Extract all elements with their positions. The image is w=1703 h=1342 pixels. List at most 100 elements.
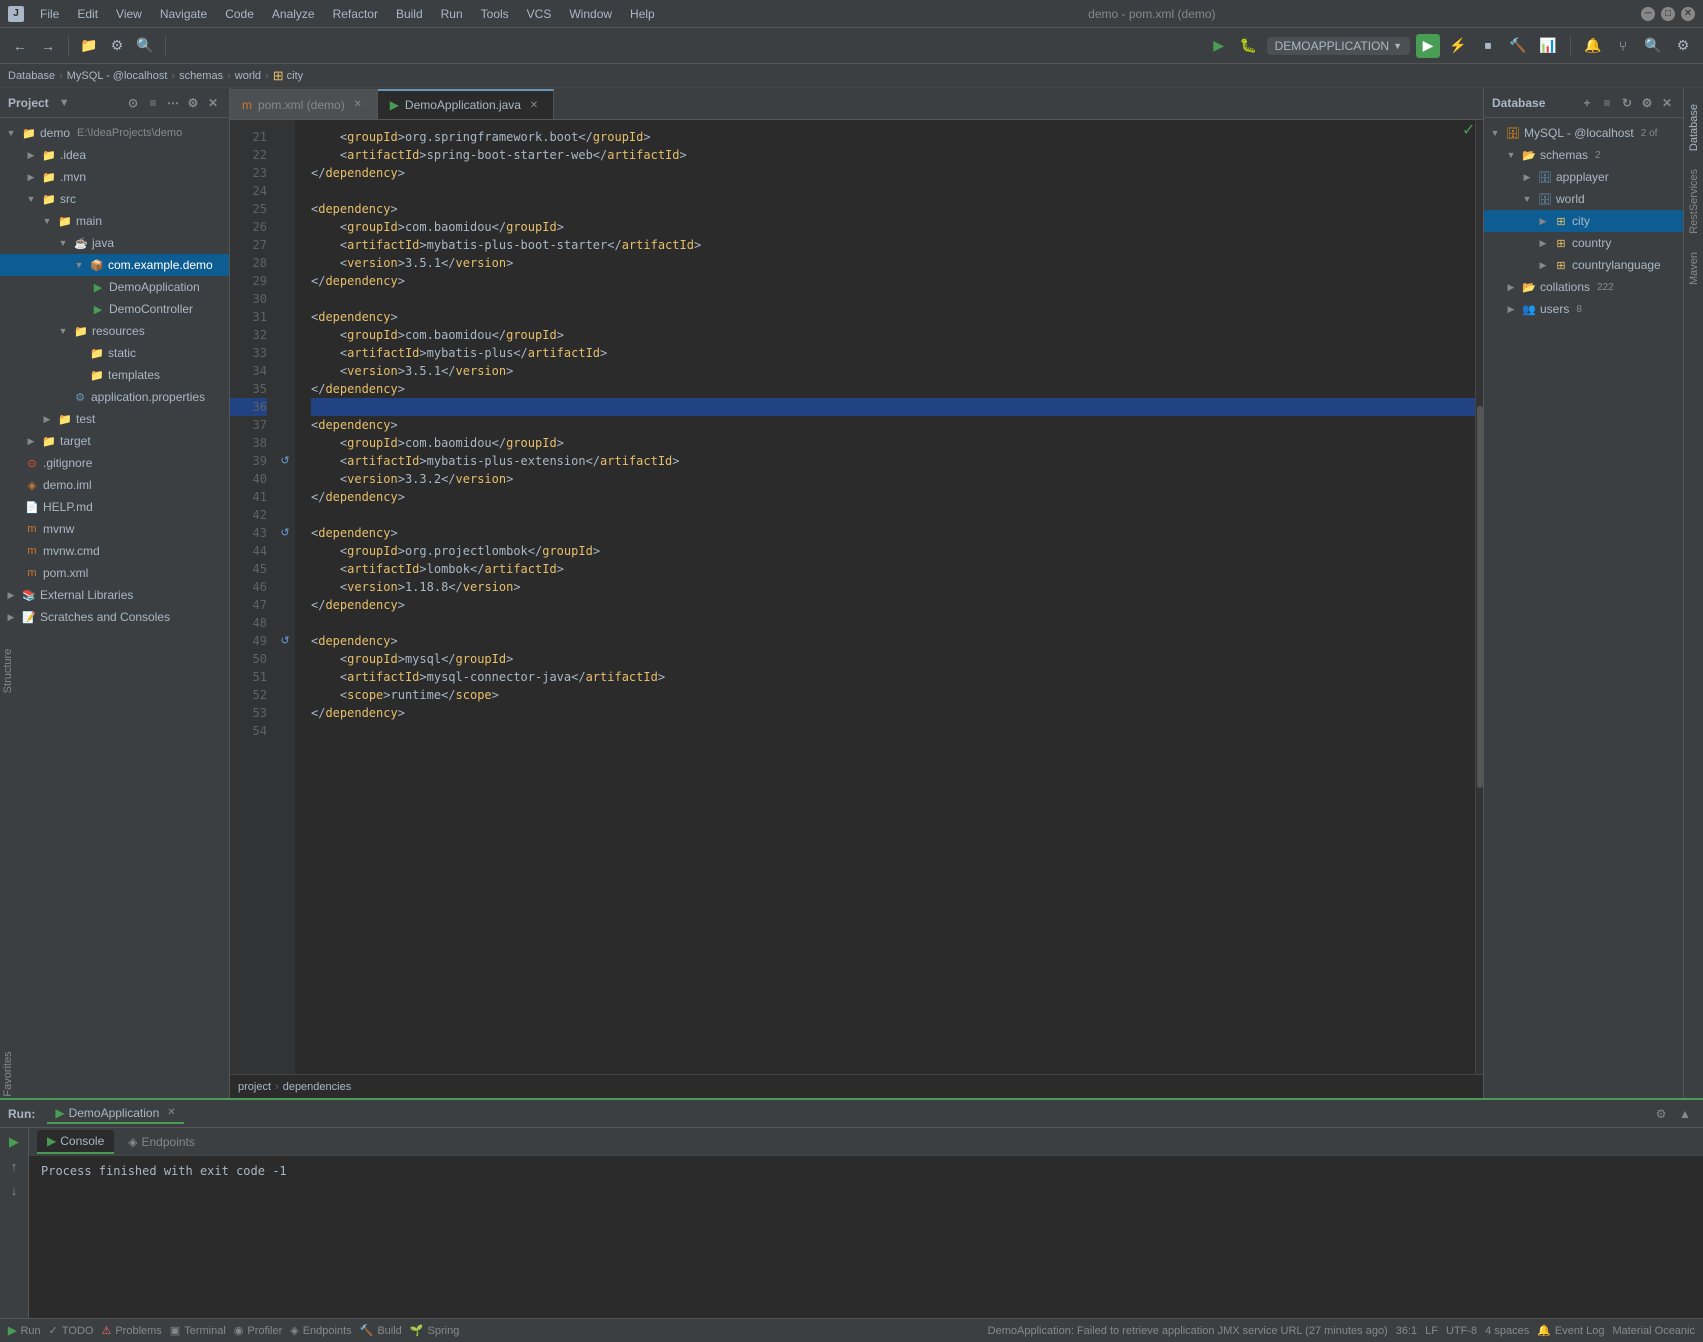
status-endpoints[interactable]: ◈ Endpoints xyxy=(290,1324,351,1337)
tree-java[interactable]: ▼ ☕ java xyxy=(0,232,229,254)
footer-bc-project[interactable]: project xyxy=(238,1081,271,1093)
run-tool-settings[interactable]: ⚙ xyxy=(1651,1104,1671,1124)
toolbar-run-more[interactable]: ⚡ xyxy=(1446,34,1470,58)
status-material-oceanic[interactable]: Material Oceanic xyxy=(1612,1325,1695,1337)
db-icon-settings[interactable]: ⚙ xyxy=(1639,95,1655,111)
menu-tools[interactable]: Tools xyxy=(473,5,517,23)
breadcrumb-world[interactable]: world xyxy=(235,70,261,82)
db-city[interactable]: ▶ ⊞ city xyxy=(1484,210,1683,232)
breadcrumb-schemas[interactable]: schemas xyxy=(179,70,223,82)
toolbar-build[interactable]: 🔨 xyxy=(1506,34,1530,58)
tree-templates[interactable]: 📁 templates xyxy=(0,364,229,386)
tree-app-properties[interactable]: ⚙ application.properties xyxy=(0,386,229,408)
toolbar-settings2[interactable]: ⚙ xyxy=(1671,34,1695,58)
db-icon-hide[interactable]: ✕ xyxy=(1659,95,1675,111)
status-todo[interactable]: ✓ TODO xyxy=(49,1324,94,1337)
menu-analyze[interactable]: Analyze xyxy=(264,5,323,23)
breadcrumb-database[interactable]: Database xyxy=(8,70,55,82)
tree-test[interactable]: ▶ 📁 test xyxy=(0,408,229,430)
run-tool-collapse[interactable]: ▲ xyxy=(1675,1104,1695,1124)
vtab-restservices[interactable]: RestServices xyxy=(1686,161,1702,242)
menu-build[interactable]: Build xyxy=(388,5,431,23)
tab-demo-application[interactable]: ▶ DemoApplication.java ✕ xyxy=(378,89,554,119)
db-world[interactable]: ▼ 🗄 world xyxy=(1484,188,1683,210)
status-spring[interactable]: 🌱 Spring xyxy=(410,1324,460,1337)
footer-bc-dependencies[interactable]: dependencies xyxy=(283,1081,352,1093)
tree-package[interactable]: ▼ 📦 com.example.demo xyxy=(0,254,229,276)
menu-window[interactable]: Window xyxy=(561,5,620,23)
run-btn-play[interactable]: ▶ xyxy=(4,1132,24,1152)
tree-demo-controller[interactable]: ▶ DemoController xyxy=(0,298,229,320)
status-indent[interactable]: 4 spaces xyxy=(1485,1325,1529,1337)
db-mysql-host[interactable]: ▼ 🗄 MySQL - @localhost 2 of xyxy=(1484,122,1683,144)
maximize-button[interactable]: □ xyxy=(1661,7,1675,21)
toolbar-search[interactable]: 🔍 xyxy=(133,34,157,58)
favorites-tab[interactable]: Favorites xyxy=(0,1043,16,1104)
tree-mvn[interactable]: ▶ 📁 .mvn xyxy=(0,166,229,188)
code-content[interactable]: <groupId>org.springframework.boot</group… xyxy=(295,120,1475,1074)
tree-help-md[interactable]: 📄 HELP.md xyxy=(0,496,229,518)
toolbar-stop[interactable]: ⏹ xyxy=(1476,34,1500,58)
close-button[interactable]: ✕ xyxy=(1681,7,1695,21)
project-icon-options[interactable]: ⋯ xyxy=(165,95,181,111)
toolbar-settings[interactable]: ⚙ xyxy=(105,34,129,58)
db-icon-collapse[interactable]: ≡ xyxy=(1599,95,1615,111)
run-app-close[interactable]: ✕ xyxy=(167,1107,175,1118)
run-config-selector[interactable]: DEMOAPPLICATION ▼ xyxy=(1267,37,1410,55)
project-dropdown[interactable]: ▼ xyxy=(59,97,70,109)
tree-mvnw-cmd[interactable]: m mvnw.cmd xyxy=(0,540,229,562)
tab-pom-xml-close[interactable]: ✕ xyxy=(351,98,365,112)
run-app-tab[interactable]: ▶ DemoApplication ✕ xyxy=(47,1104,183,1124)
toolbar-vcs[interactable]: ⑂ xyxy=(1611,34,1635,58)
menu-view[interactable]: View xyxy=(108,5,150,23)
breadcrumb-city-label[interactable]: city xyxy=(287,70,304,82)
status-lf[interactable]: LF xyxy=(1425,1325,1438,1337)
console-tab-console[interactable]: ▶ Console xyxy=(37,1130,114,1154)
menu-vcs[interactable]: VCS xyxy=(519,5,560,23)
status-event-log[interactable]: 🔔 Event Log xyxy=(1537,1324,1604,1337)
project-icon-collapse[interactable]: ≡ xyxy=(145,95,161,111)
menu-help[interactable]: Help xyxy=(622,5,663,23)
tree-gitignore[interactable]: ⊙ .gitignore xyxy=(0,452,229,474)
db-users[interactable]: ▶ 👥 users 8 xyxy=(1484,298,1683,320)
toolbar-debug[interactable]: 🐛 xyxy=(1237,34,1261,58)
status-profiler[interactable]: ◉ Profiler xyxy=(234,1324,282,1337)
breadcrumb-mysql[interactable]: MySQL - @localhost xyxy=(67,70,168,82)
db-country[interactable]: ▶ ⊞ country xyxy=(1484,232,1683,254)
status-position[interactable]: 36:1 xyxy=(1396,1325,1417,1337)
run-button[interactable]: ▶ xyxy=(1416,34,1440,58)
run-btn-up[interactable]: ↑ xyxy=(4,1156,24,1176)
menu-file[interactable]: File xyxy=(32,5,67,23)
console-tab-endpoints[interactable]: ◈ Endpoints xyxy=(118,1131,205,1153)
toolbar-run-green[interactable]: ▶ xyxy=(1207,34,1231,58)
console-output[interactable]: Process finished with exit code -1 xyxy=(29,1156,1703,1318)
db-appplayer[interactable]: ▶ 🗄 appplayer xyxy=(1484,166,1683,188)
tree-external-libs[interactable]: ▶ 📚 External Libraries xyxy=(0,584,229,606)
tree-resources[interactable]: ▼ 📁 resources xyxy=(0,320,229,342)
tree-pom-xml[interactable]: m pom.xml xyxy=(0,562,229,584)
menu-edit[interactable]: Edit xyxy=(69,5,106,23)
tab-pom-xml[interactable]: m pom.xml (demo) ✕ xyxy=(230,89,378,119)
menu-navigate[interactable]: Navigate xyxy=(152,5,215,23)
structure-tab[interactable]: Structure xyxy=(0,641,16,702)
status-build[interactable]: 🔨 Build xyxy=(360,1324,402,1337)
tree-main[interactable]: ▼ 📁 main xyxy=(0,210,229,232)
toolbar-notification[interactable]: 🔔 xyxy=(1581,34,1605,58)
project-icon-locate[interactable]: ⊙ xyxy=(125,95,141,111)
db-countrylanguage[interactable]: ▶ ⊞ countrylanguage xyxy=(1484,254,1683,276)
status-problems[interactable]: ⚠ Problems xyxy=(101,1324,161,1337)
vtab-database[interactable]: Database xyxy=(1686,96,1702,159)
code-container[interactable]: 21 22 23 24 25 26 27 28 29 30 31 32 33 3… xyxy=(230,120,1483,1074)
minimize-button[interactable]: ─ xyxy=(1641,7,1655,21)
menu-run[interactable]: Run xyxy=(433,5,471,23)
breadcrumb-city[interactable]: ⊞ city xyxy=(273,68,303,84)
db-schemas[interactable]: ▼ 📂 schemas 2 xyxy=(1484,144,1683,166)
db-icon-add[interactable]: + xyxy=(1579,95,1595,111)
status-terminal[interactable]: ▣ Terminal xyxy=(170,1324,226,1337)
project-icon-hide[interactable]: ✕ xyxy=(205,95,221,111)
tree-static[interactable]: 📁 static xyxy=(0,342,229,364)
project-icon-settings[interactable]: ⚙ xyxy=(185,95,201,111)
tree-demo-iml[interactable]: ◈ demo.iml xyxy=(0,474,229,496)
status-run[interactable]: ▶ Run xyxy=(8,1324,41,1337)
db-icon-refresh[interactable]: ↻ xyxy=(1619,95,1635,111)
